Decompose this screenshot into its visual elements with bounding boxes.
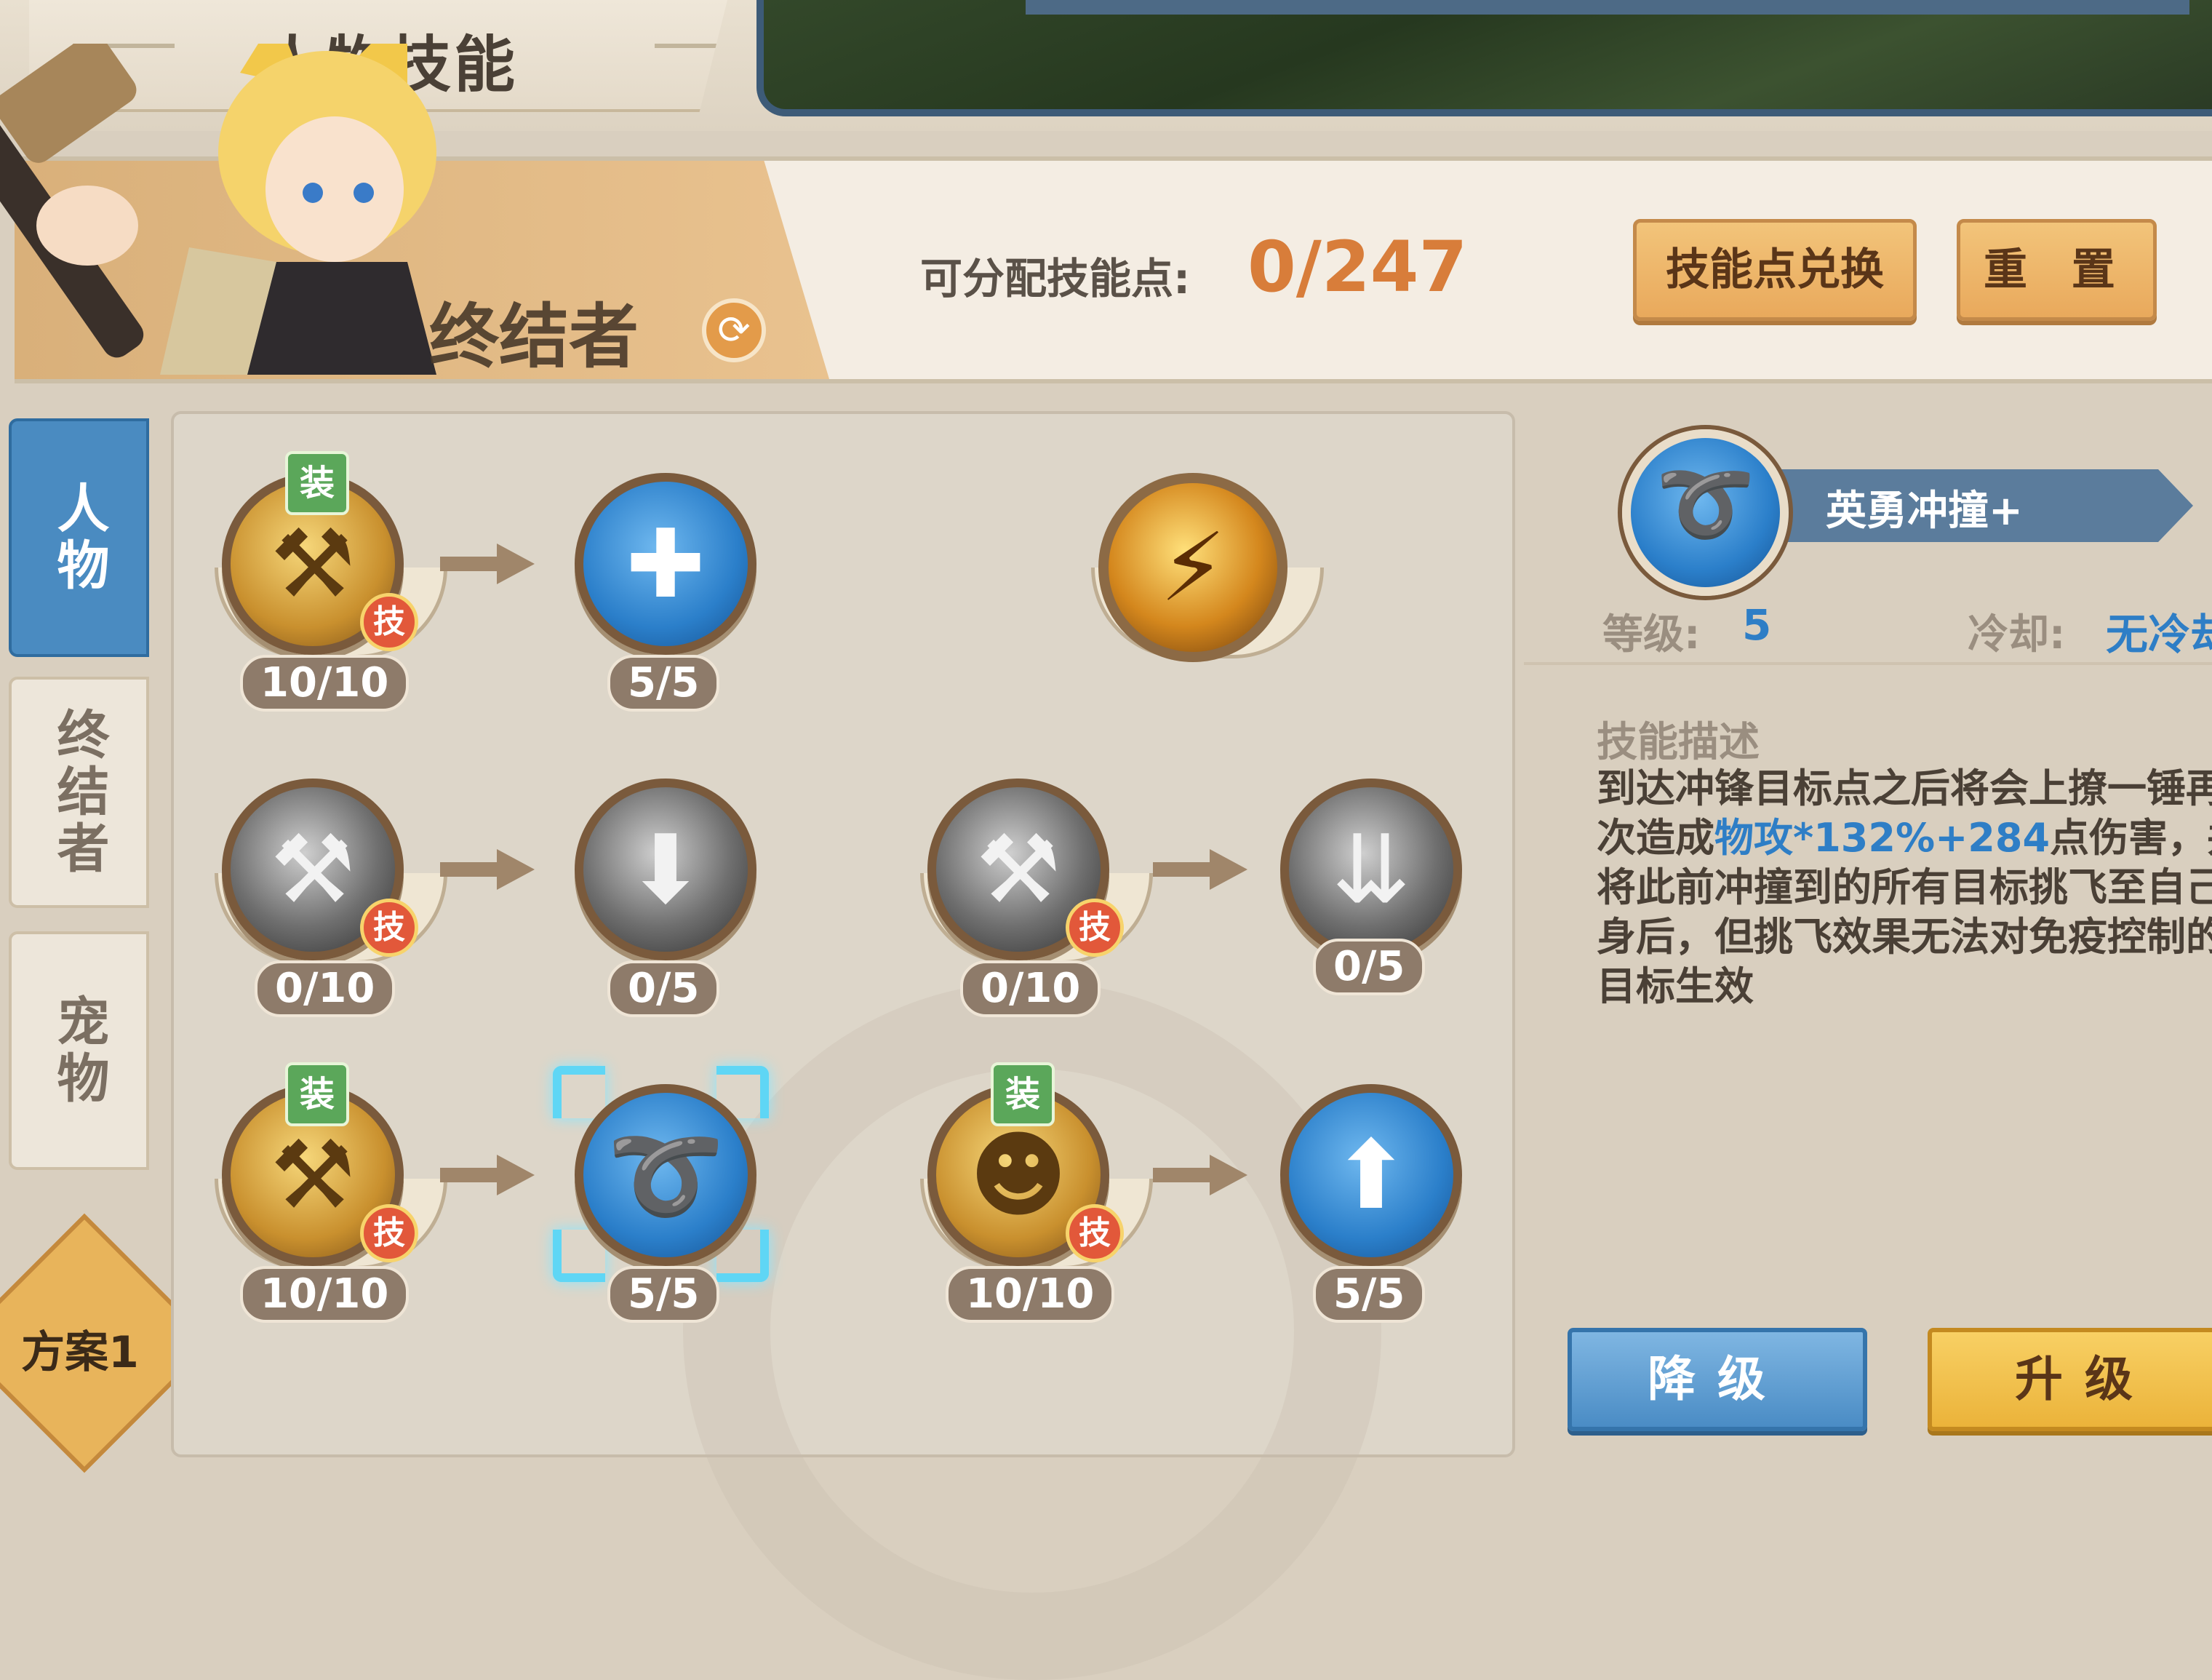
skill-node-boot-down[interactable]: ⬇ — [575, 779, 756, 960]
skill-badge: 技 — [1066, 899, 1124, 957]
skill-level: 10/10 — [240, 655, 410, 712]
skill-node-pillars[interactable]: ⇊ — [1280, 779, 1462, 960]
skill-level: 0/10 — [255, 960, 396, 1017]
skill-level: 10/10 — [946, 1266, 1115, 1323]
skill-badge: 技 — [360, 899, 418, 957]
tab-terminator-label: 终结者 — [48, 707, 109, 877]
lightning-hammer-icon: ⚡ — [1159, 512, 1226, 623]
boot-down-icon: ⬇ — [626, 814, 706, 925]
switch-class-icon[interactable]: ⟳ — [702, 298, 766, 362]
description-damage-formula: 物攻*132%+284 — [1714, 815, 2051, 861]
level-label: 等级: — [1602, 611, 1701, 658]
skill-badge: 技 — [360, 1204, 418, 1262]
skill-level: 5/5 — [1313, 1266, 1426, 1323]
skill-name: 英勇冲撞+ — [1826, 487, 2023, 535]
title-ornament-right — [655, 44, 727, 48]
pillars-icon: ⇊ — [1331, 814, 1411, 925]
skill-badge: 技 — [360, 593, 418, 651]
level-value: 5 — [1742, 600, 1772, 650]
scheme-label: 方案1 — [21, 1327, 139, 1378]
class-name: 终结者 — [429, 296, 639, 378]
skill-level: 5/5 — [607, 1266, 720, 1323]
tab-pet[interactable]: 宠物 — [9, 931, 149, 1170]
equipped-badge: 装 — [991, 1062, 1055, 1126]
skill-badge: 技 — [1066, 1204, 1124, 1262]
skill-level: 5/5 — [607, 655, 720, 712]
arrow-right-icon — [1153, 1146, 1247, 1204]
points-label: 可分配技能点: — [920, 254, 1191, 303]
skill-level: 0/5 — [607, 960, 720, 1017]
description-title: 技能描述 — [1597, 719, 1760, 766]
skill-description: 到达冲锋目标点之后将会上撩一锤再次造成物攻*132%+284点伤害，并将此前冲撞… — [1597, 764, 2212, 1011]
equipped-badge: 装 — [285, 1062, 349, 1126]
downgrade-button[interactable]: 降级 — [1568, 1328, 1867, 1431]
skill-detail-panel: ➰ 英勇冲撞+ 等级: 5 冷却: 无冷却 技能描述 到达冲锋目标点之后将会上撩… — [1517, 411, 2212, 1452]
skill-level: 0/5 — [1313, 939, 1426, 995]
brave-charge-icon: ➰ — [607, 1120, 724, 1230]
hammer-shield-icon: ⬆ — [1331, 1120, 1411, 1230]
arrow-right-icon — [440, 840, 535, 899]
brave-charge-icon: ➰ — [1622, 429, 1789, 596]
skill-node-brave-charge[interactable]: ➰ — [575, 1084, 756, 1266]
tab-pet-label: 宠物 — [48, 994, 109, 1107]
cooldown-label: 冷却: — [1968, 611, 2066, 658]
divider — [1524, 662, 2212, 665]
points-value: 0/247 — [1247, 226, 1468, 308]
tab-character[interactable]: 人物 — [9, 418, 149, 657]
upgrade-button[interactable]: 升级 — [1928, 1328, 2212, 1431]
hammer-plus-icon: ✚ — [626, 509, 706, 619]
cooldown-value: 无冷却 — [2106, 610, 2212, 659]
arrow-right-icon — [440, 1146, 535, 1204]
skill-node-lightning-hammer[interactable]: ⚡ — [1098, 473, 1287, 662]
skill-level: 10/10 — [240, 1266, 410, 1323]
equipped-badge: 装 — [285, 451, 349, 515]
arrow-right-icon — [1153, 840, 1247, 899]
tab-terminator[interactable]: 终结者 — [9, 677, 149, 908]
background-scene — [756, 0, 2212, 116]
skill-node-hammer-plus[interactable]: ✚ — [575, 473, 756, 655]
skill-point-exchange-button[interactable]: 技能点兑换 — [1633, 219, 1917, 321]
reset-button[interactable]: 重 置 — [1957, 219, 2157, 321]
arrow-right-icon — [440, 535, 535, 593]
skill-node-hammer-shield[interactable]: ⬆ — [1280, 1084, 1462, 1266]
hero-portrait — [0, 44, 436, 375]
skill-level: 0/10 — [960, 960, 1101, 1017]
